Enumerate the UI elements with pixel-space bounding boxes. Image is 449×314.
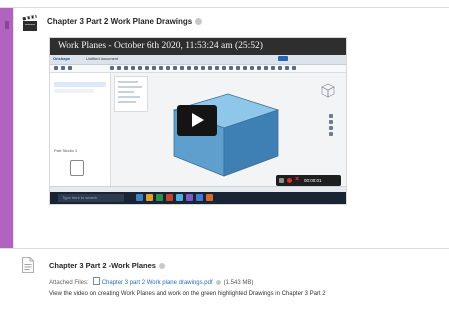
attached-files: Attached Files: Chapter 3 part 2 Work pla… xyxy=(49,277,253,286)
toolbar-button xyxy=(257,66,261,70)
toolbar-button xyxy=(68,66,72,70)
toolbar-button xyxy=(117,66,121,70)
toolbar-button xyxy=(152,66,156,70)
taskbar-icon xyxy=(166,194,173,201)
item-title[interactable]: Chapter 3 Part 2 Work Plane Drawings xyxy=(47,17,192,26)
file-size: (1.543 MB) xyxy=(223,280,254,286)
toolbar-button xyxy=(271,66,275,70)
taskbar-icon xyxy=(196,194,203,201)
toolbar-button xyxy=(236,66,240,70)
toolbar-button xyxy=(201,66,205,70)
taskbar-icon xyxy=(186,194,193,201)
toolbar-button xyxy=(292,66,296,70)
toolbar-button xyxy=(229,66,233,70)
toolbar-button xyxy=(131,66,135,70)
taskbar-icon xyxy=(146,194,153,201)
cad-toolbar xyxy=(50,65,346,73)
app-name: Onshape xyxy=(53,56,71,61)
eye-icon[interactable] xyxy=(215,280,221,285)
toolbar-button xyxy=(215,66,219,70)
feature-tree-item-selected xyxy=(54,82,106,87)
item-title-link[interactable]: Chapter 3 Part 2 Work Plane Drawings xyxy=(47,17,203,26)
eye-icon[interactable] xyxy=(195,18,203,25)
divider xyxy=(0,248,449,249)
taskbar-icon xyxy=(156,194,163,201)
part-studio-label: Part Studio 1 xyxy=(54,148,78,153)
toolbar-button xyxy=(250,66,254,70)
taskbar-search-text: Type here to search xyxy=(62,195,98,200)
view-cube-icon xyxy=(321,83,335,98)
drag-handle-icon[interactable] xyxy=(5,21,9,29)
toolbar-button xyxy=(173,66,177,70)
part-thumbnail-icon xyxy=(70,160,84,176)
toolbar-button xyxy=(138,66,142,70)
document-icon xyxy=(22,257,34,273)
attachment-link[interactable]: Chapter 3 part 2 Work plane drawings.pdf xyxy=(102,280,213,286)
toolbar-button xyxy=(180,66,184,70)
toolbar-button xyxy=(194,66,198,70)
content-item-video: Chapter 3 Part 2 Work Plane Drawings Wor… xyxy=(0,0,449,248)
item-title[interactable]: Chapter 3 Part 2 -Work Planes xyxy=(49,261,156,270)
document-title: Untitled document xyxy=(86,56,119,61)
video-title: Work Planes - October 6th 2020, 11:53:24… xyxy=(58,41,263,51)
toolbar-button xyxy=(222,66,226,70)
toolbar-button xyxy=(145,66,149,70)
record-icon[interactable] xyxy=(287,178,292,183)
file-icon xyxy=(92,277,100,285)
toolbar-button xyxy=(187,66,191,70)
toolbar-button xyxy=(54,66,58,70)
attached-files-label: Attached Files: xyxy=(49,280,89,286)
close-icon[interactable]: × xyxy=(295,176,299,183)
toolbar-button xyxy=(208,66,212,70)
toolbar-button xyxy=(159,66,163,70)
item-description: View the video on creating Work Planes a… xyxy=(49,291,326,297)
feature-tree-item xyxy=(54,89,94,93)
toolbar-button xyxy=(243,66,247,70)
eye-icon[interactable] xyxy=(158,263,165,269)
taskbar-icon xyxy=(136,194,143,201)
taskbar-icon xyxy=(206,194,213,201)
toolbar-button xyxy=(124,66,128,70)
toolbar-button xyxy=(110,66,114,70)
recorder-controls[interactable]: × 00:00:01 xyxy=(276,175,341,186)
toolbar-button xyxy=(278,66,282,70)
recorder-time: 00:00:01 xyxy=(304,178,322,183)
toolbar-button xyxy=(166,66,170,70)
share-button xyxy=(278,56,288,61)
video-player[interactable]: Work Planes - October 6th 2020, 11:53:24… xyxy=(49,37,347,205)
item-title-link[interactable]: Chapter 3 Part 2 -Work Planes xyxy=(49,261,165,270)
feature-dialog xyxy=(114,76,148,112)
play-icon[interactable] xyxy=(177,105,217,136)
video-clapper-icon xyxy=(22,15,37,31)
toolbar-button xyxy=(285,66,289,70)
toolbar-button xyxy=(61,66,65,70)
taskbar-icon xyxy=(176,194,183,201)
pause-icon[interactable] xyxy=(279,178,284,183)
toolbar-button xyxy=(264,66,268,70)
item-accent-bar[interactable] xyxy=(0,8,13,248)
